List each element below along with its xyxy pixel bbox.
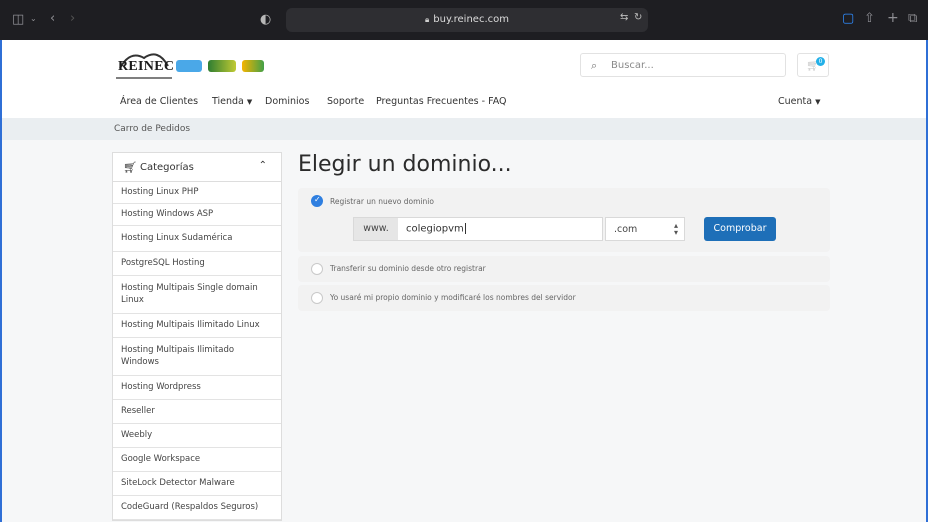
register-option-panel: Registrar un nuevo dominio www. colegiop…: [298, 188, 830, 252]
sidebar-item-postgresql-hosting[interactable]: PostgreSQL Hosting: [113, 252, 281, 276]
sidebar-item-reseller[interactable]: Reseller: [113, 400, 281, 424]
back-icon[interactable]: ‹: [50, 12, 55, 25]
categories-title: Categorías: [140, 162, 194, 173]
tld-value: .com: [614, 224, 638, 235]
tld-select[interactable]: .com ▴ ▾: [605, 217, 685, 241]
caret-down-icon: ▼: [246, 98, 253, 106]
chevron-down-icon[interactable]: ⌄: [30, 15, 37, 23]
cart-icon: 🛒︎: [123, 161, 137, 174]
sidebar-item-hosting-wordpress[interactable]: Hosting Wordpress: [113, 376, 281, 400]
own-domain-radio[interactable]: [311, 292, 323, 304]
sidebar-item-hosting-windows-asp[interactable]: Hosting Windows ASP: [113, 204, 281, 226]
domain-input-group: www. colegiopvm: [353, 217, 603, 241]
translate-icon[interactable]: ⇆: [620, 13, 628, 23]
check-domain-button[interactable]: Comprobar: [704, 217, 776, 241]
search-icon: ⌕: [591, 59, 598, 72]
nav-item-faq[interactable]: Preguntas Frecuentes - FAQ: [376, 96, 507, 107]
cart-button[interactable]: 🛒︎ 0: [797, 53, 829, 77]
address-bar[interactable]: 🔒︎ buy.reinec.com: [286, 8, 648, 32]
sidebar-item-multipais-ilimitado-windows[interactable]: Hosting Multipais Ilimitado Windows: [113, 338, 281, 376]
nav-item-client-area[interactable]: Área de Clientes: [120, 96, 198, 107]
domain-input[interactable]: colegiopvm: [406, 223, 466, 235]
categories-list: Hosting Linux PHP Hosting Windows ASP Ho…: [112, 182, 282, 521]
partner-logo-1: [176, 60, 202, 72]
breadcrumb: Carro de Pedidos: [114, 124, 191, 134]
transfer-option-label[interactable]: Transferir su dominio desde otro registr…: [330, 264, 486, 273]
sidebar-item-weebly[interactable]: Weebly: [113, 424, 281, 448]
select-arrows-icon: ▴ ▾: [673, 221, 678, 237]
url-text: buy.reinec.com: [433, 14, 509, 25]
sidebar-item-multipais-ilimitado-linux[interactable]: Hosting Multipais Ilimitado Linux: [113, 314, 281, 338]
transfer-radio[interactable]: [311, 263, 323, 275]
breadcrumb-bar: Carro de Pedidos: [2, 118, 926, 140]
tabs-icon[interactable]: ⧉: [908, 12, 917, 25]
nav-item-support[interactable]: Soporte: [327, 96, 364, 107]
categories-sidebar: 🛒︎ Categorías ⌃ Hosting Linux PHP Hostin…: [112, 152, 282, 521]
document-icon[interactable]: ▢: [842, 12, 854, 25]
nav-item-domains[interactable]: Dominios: [265, 96, 309, 107]
sidebar-item-hosting-linux-php[interactable]: Hosting Linux PHP: [113, 182, 281, 204]
share-icon[interactable]: ⇧: [864, 12, 875, 25]
register-option-label[interactable]: Registrar un nuevo dominio: [330, 197, 434, 206]
new-tab-icon[interactable]: +: [887, 11, 899, 25]
shield-icon[interactable]: ◐: [260, 13, 271, 26]
page-title: Elegir un dominio...: [298, 152, 512, 177]
logo-text: REINEC: [118, 59, 175, 74]
own-domain-option-label[interactable]: Yo usaré mi propio dominio y modificaré …: [330, 293, 576, 302]
lock-icon: 🔒︎: [425, 15, 430, 24]
forward-icon[interactable]: ›: [70, 12, 75, 25]
categories-header[interactable]: 🛒︎ Categorías ⌃: [112, 152, 282, 182]
sidebar-item-google-workspace[interactable]: Google Workspace: [113, 448, 281, 472]
browser-toolbar: ◫ ⌄ ‹ › ◐ 🔒︎ buy.reinec.com ⇆ ↻ ▢ ⇧ + ⧉: [0, 0, 928, 40]
reload-icon[interactable]: ↻: [634, 13, 642, 23]
sidebar-item-multipais-single-linux[interactable]: Hosting Multipais Single domain Linux: [113, 276, 281, 314]
sidebar-item-hosting-linux-sudamerica[interactable]: Hosting Linux Sudamérica: [113, 226, 281, 252]
transfer-option-panel[interactable]: Transferir su dominio desde otro registr…: [298, 256, 830, 282]
nav-item-store[interactable]: Tienda ▼: [212, 96, 252, 107]
sidebar-item-sitelock[interactable]: SiteLock Detector Malware: [113, 472, 281, 496]
partner-logo-2: [208, 60, 236, 72]
chevron-up-icon[interactable]: ⌃: [259, 160, 267, 171]
sidebar-item-codeguard[interactable]: CodeGuard (Respaldos Seguros): [113, 496, 281, 520]
www-prefix: www.: [354, 218, 398, 240]
caret-down-icon: ▼: [815, 98, 821, 106]
register-radio[interactable]: [311, 195, 323, 207]
own-domain-option-panel[interactable]: Yo usaré mi propio dominio y modificaré …: [298, 285, 830, 311]
cart-count-badge: 0: [816, 57, 825, 66]
search-placeholder: Buscar...: [611, 60, 654, 71]
search-input[interactable]: ⌕ Buscar...: [580, 53, 786, 77]
partner-logo-3: [242, 60, 264, 72]
sidebar-toggle-icon[interactable]: ◫: [12, 13, 24, 26]
site-logo[interactable]: REINEC: [114, 50, 284, 80]
account-menu[interactable]: Cuenta ▼: [778, 96, 820, 107]
